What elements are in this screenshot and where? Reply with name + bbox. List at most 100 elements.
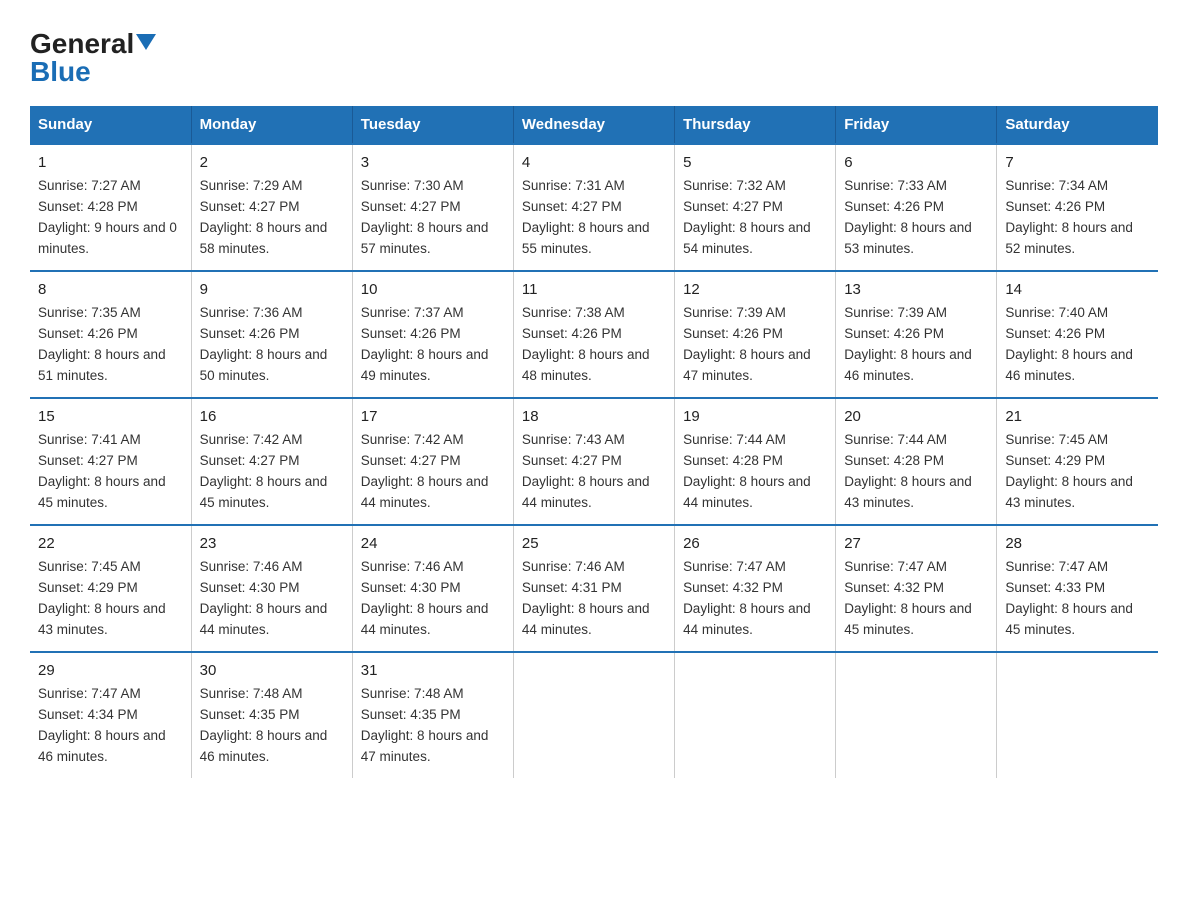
calendar-week-row: 22 Sunrise: 7:45 AMSunset: 4:29 PMDayligh… bbox=[30, 525, 1158, 652]
calendar-cell: 2 Sunrise: 7:29 AMSunset: 4:27 PMDaylight… bbox=[191, 144, 352, 271]
day-number: 24 bbox=[361, 532, 505, 555]
calendar-week-row: 8 Sunrise: 7:35 AMSunset: 4:26 PMDaylight… bbox=[30, 271, 1158, 398]
day-info: Sunrise: 7:41 AMSunset: 4:27 PMDaylight:… bbox=[38, 432, 166, 510]
day-info: Sunrise: 7:42 AMSunset: 4:27 PMDaylight:… bbox=[200, 432, 328, 510]
day-number: 21 bbox=[1005, 405, 1150, 428]
day-number: 11 bbox=[522, 278, 666, 301]
calendar-cell: 19 Sunrise: 7:44 AMSunset: 4:28 PMDayligh… bbox=[675, 398, 836, 525]
calendar-table: SundayMondayTuesdayWednesdayThursdayFrid… bbox=[30, 106, 1158, 778]
day-info: Sunrise: 7:34 AMSunset: 4:26 PMDaylight:… bbox=[1005, 178, 1133, 256]
day-info: Sunrise: 7:47 AMSunset: 4:32 PMDaylight:… bbox=[844, 559, 972, 637]
calendar-cell: 11 Sunrise: 7:38 AMSunset: 4:26 PMDayligh… bbox=[513, 271, 674, 398]
calendar-cell: 12 Sunrise: 7:39 AMSunset: 4:26 PMDayligh… bbox=[675, 271, 836, 398]
day-number: 7 bbox=[1005, 151, 1150, 174]
logo-triangle-icon bbox=[136, 34, 156, 50]
day-number: 12 bbox=[683, 278, 827, 301]
day-number: 2 bbox=[200, 151, 344, 174]
day-number: 4 bbox=[522, 151, 666, 174]
day-info: Sunrise: 7:37 AMSunset: 4:26 PMDaylight:… bbox=[361, 305, 489, 383]
day-number: 13 bbox=[844, 278, 988, 301]
calendar-cell: 21 Sunrise: 7:45 AMSunset: 4:29 PMDayligh… bbox=[997, 398, 1158, 525]
calendar-header-friday: Friday bbox=[836, 106, 997, 144]
calendar-header-wednesday: Wednesday bbox=[513, 106, 674, 144]
day-info: Sunrise: 7:46 AMSunset: 4:30 PMDaylight:… bbox=[361, 559, 489, 637]
day-number: 1 bbox=[38, 151, 183, 174]
day-info: Sunrise: 7:40 AMSunset: 4:26 PMDaylight:… bbox=[1005, 305, 1133, 383]
calendar-cell: 29 Sunrise: 7:47 AMSunset: 4:34 PMDayligh… bbox=[30, 652, 191, 778]
day-info: Sunrise: 7:35 AMSunset: 4:26 PMDaylight:… bbox=[38, 305, 166, 383]
calendar-cell: 3 Sunrise: 7:30 AMSunset: 4:27 PMDaylight… bbox=[352, 144, 513, 271]
day-number: 29 bbox=[38, 659, 183, 682]
day-number: 3 bbox=[361, 151, 505, 174]
day-info: Sunrise: 7:42 AMSunset: 4:27 PMDaylight:… bbox=[361, 432, 489, 510]
day-info: Sunrise: 7:45 AMSunset: 4:29 PMDaylight:… bbox=[1005, 432, 1133, 510]
day-number: 6 bbox=[844, 151, 988, 174]
page-header: General Blue bbox=[30, 20, 1158, 88]
day-info: Sunrise: 7:48 AMSunset: 4:35 PMDaylight:… bbox=[200, 686, 328, 764]
day-number: 10 bbox=[361, 278, 505, 301]
day-number: 8 bbox=[38, 278, 183, 301]
day-number: 25 bbox=[522, 532, 666, 555]
calendar-cell bbox=[513, 652, 674, 778]
day-info: Sunrise: 7:33 AMSunset: 4:26 PMDaylight:… bbox=[844, 178, 972, 256]
day-number: 19 bbox=[683, 405, 827, 428]
calendar-cell: 1 Sunrise: 7:27 AMSunset: 4:28 PMDaylight… bbox=[30, 144, 191, 271]
day-info: Sunrise: 7:38 AMSunset: 4:26 PMDaylight:… bbox=[522, 305, 650, 383]
day-info: Sunrise: 7:44 AMSunset: 4:28 PMDaylight:… bbox=[683, 432, 811, 510]
calendar-cell bbox=[836, 652, 997, 778]
day-number: 9 bbox=[200, 278, 344, 301]
calendar-header-saturday: Saturday bbox=[997, 106, 1158, 144]
day-number: 23 bbox=[200, 532, 344, 555]
day-info: Sunrise: 7:44 AMSunset: 4:28 PMDaylight:… bbox=[844, 432, 972, 510]
calendar-cell: 20 Sunrise: 7:44 AMSunset: 4:28 PMDayligh… bbox=[836, 398, 997, 525]
calendar-cell bbox=[997, 652, 1158, 778]
calendar-header-tuesday: Tuesday bbox=[352, 106, 513, 144]
day-number: 30 bbox=[200, 659, 344, 682]
day-info: Sunrise: 7:31 AMSunset: 4:27 PMDaylight:… bbox=[522, 178, 650, 256]
calendar-cell: 16 Sunrise: 7:42 AMSunset: 4:27 PMDayligh… bbox=[191, 398, 352, 525]
calendar-cell: 23 Sunrise: 7:46 AMSunset: 4:30 PMDayligh… bbox=[191, 525, 352, 652]
calendar-week-row: 15 Sunrise: 7:41 AMSunset: 4:27 PMDayligh… bbox=[30, 398, 1158, 525]
day-number: 16 bbox=[200, 405, 344, 428]
calendar-cell: 7 Sunrise: 7:34 AMSunset: 4:26 PMDaylight… bbox=[997, 144, 1158, 271]
day-number: 31 bbox=[361, 659, 505, 682]
calendar-cell: 8 Sunrise: 7:35 AMSunset: 4:26 PMDaylight… bbox=[30, 271, 191, 398]
calendar-cell: 14Sunrise: 7:40 AMSunset: 4:26 PMDayligh… bbox=[997, 271, 1158, 398]
calendar-header-thursday: Thursday bbox=[675, 106, 836, 144]
day-info: Sunrise: 7:45 AMSunset: 4:29 PMDaylight:… bbox=[38, 559, 166, 637]
day-info: Sunrise: 7:39 AMSunset: 4:26 PMDaylight:… bbox=[844, 305, 972, 383]
logo-blue: Blue bbox=[30, 56, 91, 88]
calendar-cell: 5 Sunrise: 7:32 AMSunset: 4:27 PMDaylight… bbox=[675, 144, 836, 271]
day-number: 18 bbox=[522, 405, 666, 428]
calendar-cell: 13 Sunrise: 7:39 AMSunset: 4:26 PMDayligh… bbox=[836, 271, 997, 398]
day-info: Sunrise: 7:27 AMSunset: 4:28 PMDaylight:… bbox=[38, 178, 177, 256]
day-number: 5 bbox=[683, 151, 827, 174]
calendar-cell: 18 Sunrise: 7:43 AMSunset: 4:27 PMDayligh… bbox=[513, 398, 674, 525]
day-info: Sunrise: 7:47 AMSunset: 4:32 PMDaylight:… bbox=[683, 559, 811, 637]
calendar-cell: 24 Sunrise: 7:46 AMSunset: 4:30 PMDayligh… bbox=[352, 525, 513, 652]
calendar-cell: 4 Sunrise: 7:31 AMSunset: 4:27 PMDaylight… bbox=[513, 144, 674, 271]
day-number: 15 bbox=[38, 405, 183, 428]
calendar-cell: 31Sunrise: 7:48 AMSunset: 4:35 PMDayligh… bbox=[352, 652, 513, 778]
calendar-cell: 28Sunrise: 7:47 AMSunset: 4:33 PMDayligh… bbox=[997, 525, 1158, 652]
day-info: Sunrise: 7:46 AMSunset: 4:31 PMDaylight:… bbox=[522, 559, 650, 637]
calendar-cell: 15 Sunrise: 7:41 AMSunset: 4:27 PMDayligh… bbox=[30, 398, 191, 525]
day-info: Sunrise: 7:30 AMSunset: 4:27 PMDaylight:… bbox=[361, 178, 489, 256]
calendar-header-sunday: Sunday bbox=[30, 106, 191, 144]
day-info: Sunrise: 7:29 AMSunset: 4:27 PMDaylight:… bbox=[200, 178, 328, 256]
day-info: Sunrise: 7:47 AMSunset: 4:34 PMDaylight:… bbox=[38, 686, 166, 764]
calendar-week-row: 1 Sunrise: 7:27 AMSunset: 4:28 PMDaylight… bbox=[30, 144, 1158, 271]
day-info: Sunrise: 7:39 AMSunset: 4:26 PMDaylight:… bbox=[683, 305, 811, 383]
day-number: 22 bbox=[38, 532, 183, 555]
day-info: Sunrise: 7:32 AMSunset: 4:27 PMDaylight:… bbox=[683, 178, 811, 256]
calendar-cell: 22 Sunrise: 7:45 AMSunset: 4:29 PMDayligh… bbox=[30, 525, 191, 652]
calendar-header-monday: Monday bbox=[191, 106, 352, 144]
day-number: 26 bbox=[683, 532, 827, 555]
day-number: 27 bbox=[844, 532, 988, 555]
calendar-cell: 9Sunrise: 7:36 AMSunset: 4:26 PMDaylight… bbox=[191, 271, 352, 398]
day-info: Sunrise: 7:46 AMSunset: 4:30 PMDaylight:… bbox=[200, 559, 328, 637]
day-number: 20 bbox=[844, 405, 988, 428]
calendar-cell: 17Sunrise: 7:42 AMSunset: 4:27 PMDayligh… bbox=[352, 398, 513, 525]
day-info: Sunrise: 7:43 AMSunset: 4:27 PMDaylight:… bbox=[522, 432, 650, 510]
calendar-cell: 6 Sunrise: 7:33 AMSunset: 4:26 PMDaylight… bbox=[836, 144, 997, 271]
